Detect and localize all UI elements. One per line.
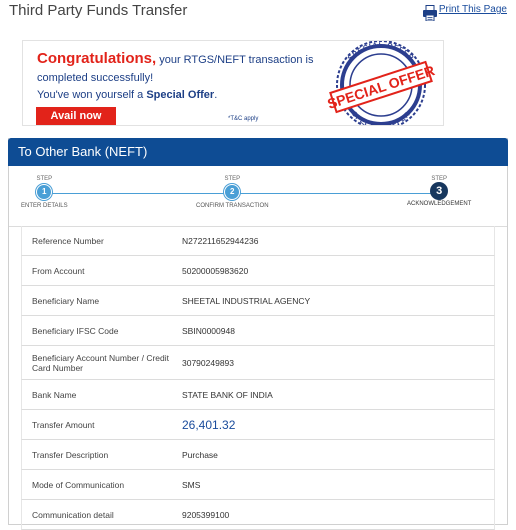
promo-banner[interactable]: Congratulations, your RTGS/NEFT transact… — [22, 40, 444, 126]
tc-note: *T&C apply — [228, 116, 259, 122]
table-row: Beneficiary Name SHEETAL INDUSTRIAL AGEN… — [21, 286, 495, 316]
page-title: Third Party Funds Transfer — [9, 2, 188, 19]
promo-line-3: You've won yourself a Special Offer. — [37, 89, 217, 101]
promo-line-3-prefix: You've won yourself a — [37, 89, 147, 101]
step-number: 1 — [36, 184, 53, 200]
row-label: Bank Name — [32, 389, 77, 400]
step-acknowledgement: STEP 3 ACKNOWLEDGEMENT — [407, 176, 471, 207]
avail-now-button[interactable]: Avail now — [36, 107, 116, 125]
step-enter-details: STEP 1 ENTER DETAILS — [21, 176, 68, 209]
table-row: Mode of Communication SMS — [21, 470, 495, 500]
table-row: Reference Number N272211652944236 — [21, 226, 495, 256]
row-label: Beneficiary Account Number / Credit Card… — [32, 352, 170, 373]
step-label: ENTER DETAILS — [21, 203, 68, 209]
row-value: Purchase — [182, 449, 218, 460]
panel-heading: To Other Bank (NEFT) — [8, 138, 508, 166]
table-row: Beneficiary IFSC Code SBIN0000948 — [21, 316, 495, 346]
special-offer-seal-icon: SPECIAL OFFER SPECIAL OFFER SPECIAL OFFE… — [325, 41, 437, 125]
step-caption: STEP — [224, 176, 241, 182]
step-label: ACKNOWLEDGEMENT — [407, 201, 472, 207]
row-label: Beneficiary Name — [32, 295, 100, 306]
step-number: 3 — [430, 182, 449, 200]
table-row: Transfer Amount 26,401.32 — [21, 410, 495, 440]
svg-text:SPECIAL OFFER: SPECIAL OFFER — [347, 42, 415, 62]
row-value: SBIN0000948 — [182, 325, 235, 336]
row-label: Mode of Communication — [32, 479, 125, 490]
row-value: 30790249893 — [182, 357, 235, 368]
printer-icon — [422, 5, 437, 21]
row-label: Transfer Description — [32, 449, 109, 460]
print-link[interactable]: Print This Page — [422, 4, 507, 21]
table-row: Bank Name STATE BANK OF INDIA — [21, 380, 495, 410]
print-label[interactable]: Print This Page — [439, 4, 507, 15]
acknowledgement-table: Reference Number N272211652944236 From A… — [21, 226, 495, 530]
progress-steps: STEP 1 ENTER DETAILS STEP 2 CONFIRM TRAN… — [9, 166, 507, 227]
promo-line-3-suffix: . — [214, 89, 218, 101]
step-caption: STEP — [431, 176, 447, 182]
row-value: STATE BANK OF INDIA — [182, 389, 273, 400]
row-value: 9205399100 — [182, 509, 230, 520]
step-label: CONFIRM TRANSACTION — [196, 203, 269, 209]
step-number: 2 — [224, 184, 241, 200]
table-row: From Account 50200005983620 — [21, 256, 495, 286]
table-row: Communication detail 9205399100 — [21, 500, 495, 530]
row-value: 50200005983620 — [182, 265, 249, 276]
row-label: Reference Number — [32, 235, 104, 246]
seal-ring-top: SPECIAL OFFER — [347, 42, 414, 62]
row-value: N272211652944236 — [182, 235, 259, 246]
congrats-text: Congratulations, — [37, 50, 157, 67]
row-label: From Account — [32, 265, 85, 276]
step-confirm-transaction: STEP 2 CONFIRM TRANSACTION — [196, 176, 269, 209]
table-row: Beneficiary Account Number / Credit Card… — [21, 346, 495, 380]
special-offer-text: Special Offer — [146, 89, 215, 101]
row-label: Communication detail — [32, 509, 114, 520]
table-row: Transfer Description Purchase — [21, 440, 495, 470]
transfer-panel: To Other Bank (NEFT) STEP 1 ENTER DETAIL… — [8, 138, 508, 530]
row-label: Transfer Amount — [32, 419, 95, 430]
promo-line-1-rest: your RTGS/NEFT transaction is — [156, 54, 314, 66]
row-label: Beneficiary IFSC Code — [32, 325, 119, 336]
promo-line-1: Congratulations, your RTGS/NEFT transact… — [37, 50, 313, 67]
promo-line-2: completed successfully! — [37, 72, 154, 84]
row-value: SHEETAL INDUSTRIAL AGENCY — [182, 295, 311, 306]
step-caption: STEP — [36, 176, 53, 182]
transfer-amount-value: 26,401.32 — [182, 417, 236, 432]
row-value: SMS — [182, 479, 201, 490]
